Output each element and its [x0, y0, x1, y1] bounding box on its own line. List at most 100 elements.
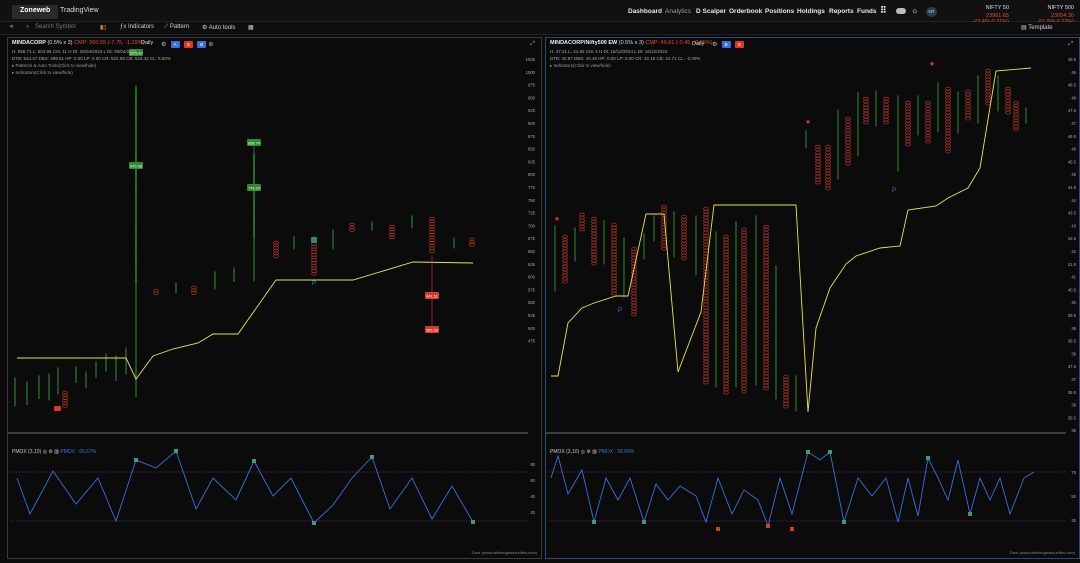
- template-button[interactable]: ▤ Template: [1021, 24, 1053, 31]
- nav-dscalper[interactable]: D Scalper: [696, 8, 726, 15]
- nav-dashboard[interactable]: Dashboard: [628, 8, 662, 15]
- pattern-marker: P: [618, 308, 622, 314]
- o-box: [905, 100, 911, 105]
- footer-credit: Zone (www.definedgesecurities.com): [1009, 550, 1075, 555]
- pnf-chart-left[interactable]: 1025 1000 975 950 925 900 875 850 825 800 775 750 72…: [8, 38, 543, 560]
- o-box: [985, 89, 991, 94]
- o-box: [863, 96, 869, 101]
- price-axis-tick: 37.5: [1068, 364, 1077, 369]
- price-axis-tick: 43.5: [1068, 211, 1077, 216]
- chart-panel-right[interactable]: 49.5 49 48.5 48 47.5 47 46.5 46 45.5 45 44.5 44 43.5…: [545, 37, 1080, 559]
- o-box: [631, 309, 637, 314]
- o-box: [631, 285, 637, 290]
- x-box: ×: [977, 120, 980, 125]
- o-box: [703, 338, 709, 343]
- x-box: ×: [735, 384, 738, 389]
- o-box: [681, 217, 687, 222]
- indicators-toggle[interactable]: ▸ Indicators(Click to view/hide): [12, 70, 73, 76]
- o-box: [741, 227, 747, 232]
- theme-sun-icon[interactable]: ☼: [911, 6, 918, 15]
- trend-line: [17, 261, 474, 380]
- o-box: [591, 219, 597, 224]
- buy-button[interactable]: B: [721, 41, 731, 48]
- chart-panel-left[interactable]: 1025 1000 975 950 925 900 875 850 825 800 775 750 72…: [7, 37, 542, 559]
- patterns-toggle[interactable]: ▸ Patterns & Auto Tools(Click to view/hi…: [12, 63, 96, 69]
- o-box: [815, 156, 821, 161]
- o-box: [985, 74, 991, 79]
- toggle-switch[interactable]: [896, 8, 906, 14]
- o-box: [562, 273, 568, 278]
- sell-button[interactable]: S: [183, 41, 193, 48]
- alert-button[interactable]: A: [170, 41, 180, 48]
- o-box: [723, 357, 729, 362]
- nav-positions[interactable]: Positions: [765, 8, 794, 15]
- o-box: [703, 380, 709, 385]
- x-box: ×: [14, 403, 17, 408]
- o-box: [763, 233, 769, 238]
- price-axis-tick: 42.5: [1068, 236, 1077, 241]
- o-box: [611, 231, 617, 236]
- indicators-toggle[interactable]: ▸ Indicators(Click to view/hide): [550, 63, 611, 69]
- price-axis-tick: 850: [528, 147, 536, 152]
- pnf-chart-right[interactable]: 49.5 49 48.5 48 47.5 47 46.5 46 45.5 45 44.5 44 43.5…: [546, 38, 1080, 560]
- collapse-icon[interactable]: «: [10, 24, 13, 30]
- price-axis-tick: 775: [528, 185, 536, 190]
- o-box: [763, 293, 769, 298]
- compare-icon[interactable]: ▮▯: [100, 24, 107, 31]
- search-icon[interactable]: ⌕: [26, 24, 29, 31]
- x-box: ×: [411, 225, 414, 230]
- o-box: [741, 275, 747, 280]
- gear-icon[interactable]: ⚙: [712, 41, 717, 48]
- indicators-button[interactable]: ƒx Indicators: [120, 24, 154, 30]
- o-box: [703, 248, 709, 253]
- sell-button[interactable]: S: [734, 41, 744, 48]
- pattern-button[interactable]: ⟋ Pattern: [164, 24, 189, 31]
- nav-funds[interactable]: Funds: [857, 8, 877, 15]
- buy-button[interactable]: B: [197, 41, 207, 48]
- o-box: [763, 239, 769, 244]
- nav-orderbook[interactable]: Orderbook: [729, 8, 762, 15]
- o-box: [723, 324, 729, 329]
- expand-icon[interactable]: ⤢: [1068, 41, 1073, 48]
- o-box: [825, 174, 831, 179]
- stats-line-2: DTB: 42.87 DBS: 40.26 HP: 0.00 LP: 0.00 …: [550, 56, 701, 61]
- o-box: [723, 390, 729, 395]
- o-box: [763, 236, 769, 241]
- gear-icon[interactable]: ⚙: [161, 41, 166, 48]
- footer-credit: Zone (www.definedgesecurities.com): [471, 550, 537, 555]
- o-box: [703, 332, 709, 337]
- o-box: [579, 212, 585, 217]
- layout-icon[interactable]: ▦: [248, 24, 254, 31]
- o-box: [723, 387, 729, 392]
- timeframe-select[interactable]: Daily: [692, 41, 704, 47]
- nav-analytics[interactable]: Analytics: [665, 8, 691, 15]
- price-axis-tick: 48: [1071, 95, 1076, 100]
- o-box: [703, 341, 709, 346]
- refresh-icon[interactable]: ⊛: [208, 41, 213, 48]
- expand-icon[interactable]: ⤢: [530, 41, 535, 48]
- nav-reports[interactable]: Reports: [829, 8, 854, 15]
- o-box: [703, 290, 709, 295]
- o-box: [965, 89, 971, 94]
- o-box: [741, 236, 747, 241]
- apps-grid-icon[interactable]: ⠿: [880, 5, 887, 16]
- o-box: [763, 263, 769, 268]
- o-box: [945, 86, 951, 91]
- search-input[interactable]: Search Symbol: [35, 24, 76, 30]
- o-box: [562, 267, 568, 272]
- o-box: [741, 296, 747, 301]
- o-box: [845, 161, 851, 166]
- x-box: ×: [755, 382, 758, 387]
- o-box: [763, 260, 769, 265]
- timeframe-select[interactable]: Daily: [141, 40, 153, 46]
- o-box: [703, 368, 709, 373]
- oscillator-label: PMOX (3,10) ◎ ⚙ ▥ PMOX : 66.67%: [12, 449, 97, 455]
- o-box: [703, 323, 709, 328]
- avatar[interactable]: NT: [926, 7, 937, 17]
- o-box: [883, 108, 889, 113]
- autotools-button[interactable]: ⚙ Auto tools: [202, 24, 235, 31]
- tab-tradingview[interactable]: TradingView: [52, 5, 107, 19]
- nav-holdings[interactable]: Holdings: [797, 8, 825, 15]
- o-box: [1013, 103, 1019, 108]
- o-box: [825, 177, 831, 182]
